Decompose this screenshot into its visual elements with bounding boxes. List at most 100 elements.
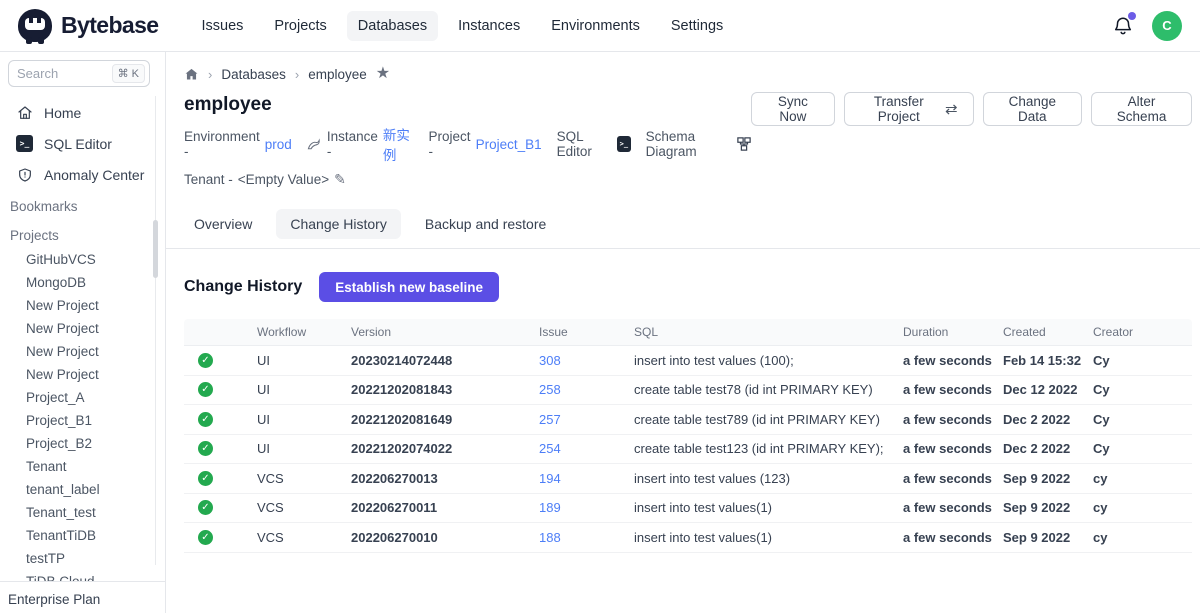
sidebar-project-item[interactable]: Project_A <box>8 386 165 409</box>
instance-link[interactable]: 新实例 <box>383 124 414 164</box>
sql-cell: insert into test values (100); <box>634 353 903 368</box>
nav-item[interactable]: Projects <box>263 11 337 41</box>
tenant-label: Tenant - <box>184 172 233 187</box>
transfer-project-button[interactable]: Transfer Project ⇄ <box>844 92 974 126</box>
project-link[interactable]: Project_B1 <box>476 137 542 152</box>
issue-link[interactable]: 188 <box>539 530 634 545</box>
table-row[interactable]: ✓ VCS 202206270013 194 insert into test … <box>184 464 1192 494</box>
creator-cell: Cy <box>1093 441 1192 456</box>
sidebar-project-item[interactable]: TenantTiDB <box>8 524 165 547</box>
shield-icon <box>16 166 33 183</box>
sidebar-project-item[interactable]: New Project <box>8 363 165 386</box>
created-cell: Sep 9 2022 <box>1003 530 1093 545</box>
sidebar-item-anomaly-center[interactable]: Anomaly Center <box>8 159 165 190</box>
nav-item[interactable]: Databases <box>347 11 438 41</box>
nav-item[interactable]: Instances <box>447 11 531 41</box>
home-icon <box>16 104 33 121</box>
status-done-icon: ✓ <box>198 530 213 545</box>
nav-item[interactable]: Settings <box>660 11 734 41</box>
duration-cell: a few seconds <box>903 500 1003 515</box>
table-row[interactable]: ✓ UI 20221202074022 254 create table tes… <box>184 435 1192 465</box>
edit-tenant-icon[interactable]: ✎ <box>334 171 346 188</box>
tab[interactable]: Backup and restore <box>411 209 560 239</box>
breadcrumb-databases[interactable]: Databases <box>221 67 286 82</box>
sidebar-project-item[interactable]: tenant_label <box>8 478 165 501</box>
establish-baseline-button[interactable]: Establish new baseline <box>319 272 499 302</box>
version-cell: 20221202074022 <box>351 441 539 456</box>
sql-cell: insert into test values(1) <box>634 500 903 515</box>
status-done-icon: ✓ <box>198 353 213 368</box>
sidebar-project-item[interactable]: GitHubVCS <box>8 248 165 271</box>
search-box[interactable]: ⌘ K <box>8 60 150 87</box>
schema-diagram-link[interactable]: Schema Diagram <box>646 129 751 159</box>
main-nav: Issues Projects Databases Instances Envi… <box>190 11 743 41</box>
table-row[interactable]: ✓ UI 20221202081843 258 create table tes… <box>184 376 1192 406</box>
issue-link[interactable]: 189 <box>539 500 634 515</box>
sidebar-project-item[interactable]: New Project <box>8 294 165 317</box>
section-title: Change History <box>184 278 302 296</box>
sidebar-project-item[interactable]: Tenant_test <box>8 501 165 524</box>
alter-schema-button[interactable]: Alter Schema <box>1091 92 1192 126</box>
workflow-cell: VCS <box>257 471 351 486</box>
tab[interactable]: Change History <box>276 209 401 239</box>
issue-link[interactable]: 257 <box>539 412 634 427</box>
favorite-star-icon[interactable]: ★ <box>376 66 390 82</box>
breadcrumb-employee[interactable]: employee <box>308 67 367 82</box>
nav-item[interactable]: Environments <box>540 11 651 41</box>
notifications-button[interactable] <box>1112 15 1134 37</box>
sidebar-section-projects[interactable]: Projects <box>8 219 165 248</box>
duration-cell: a few seconds <box>903 441 1003 456</box>
duration-cell: a few seconds <box>903 382 1003 397</box>
table-row[interactable]: ✓ UI 20230214072448 308 insert into test… <box>184 346 1192 376</box>
created-cell: Feb 14 15:32 <box>1003 353 1093 368</box>
schema-diagram-icon <box>737 137 751 151</box>
sql-cell: insert into test values (123) <box>634 471 903 486</box>
sidebar-item-sql-editor[interactable]: >_ SQL Editor <box>8 128 165 159</box>
user-avatar[interactable]: C <box>1152 11 1182 41</box>
brand-logo[interactable]: Bytebase <box>18 9 158 42</box>
sql-cell: create table test78 (id int PRIMARY KEY) <box>634 382 903 397</box>
sidebar-project-item[interactable]: testTP <box>8 547 165 570</box>
table-row[interactable]: ✓ UI 20221202081649 257 create table tes… <box>184 405 1192 435</box>
issue-link[interactable]: 254 <box>539 441 634 456</box>
sidebar-project-item[interactable]: Project_B1 <box>8 409 165 432</box>
change-data-button[interactable]: Change Data <box>983 92 1083 126</box>
sidebar-item-home[interactable]: Home <box>8 97 165 128</box>
creator-cell: cy <box>1093 530 1192 545</box>
search-input[interactable] <box>17 66 105 81</box>
creator-cell: cy <box>1093 500 1192 515</box>
sidebar-project-item[interactable]: New Project <box>8 317 165 340</box>
table-header-cell: Created <box>1003 325 1093 339</box>
issue-link[interactable]: 194 <box>539 471 634 486</box>
sidebar-item-label: Home <box>44 105 81 121</box>
sidebar-project-item[interactable]: Tenant <box>8 455 165 478</box>
sidebar-scrollbar-thumb[interactable] <box>153 220 158 278</box>
sidebar-section-bookmarks[interactable]: Bookmarks <box>8 190 165 219</box>
sidebar-project-item[interactable]: MongoDB <box>8 271 165 294</box>
environment-link[interactable]: prod <box>265 137 292 152</box>
version-cell: 20230214072448 <box>351 353 539 368</box>
workflow-cell: UI <box>257 382 351 397</box>
table-row[interactable]: ✓ VCS 202206270011 189 insert into test … <box>184 494 1192 524</box>
environment-label: Environment - <box>184 129 260 159</box>
sidebar-project-item[interactable]: Project_B2 <box>8 432 165 455</box>
table-header-cell: Workflow <box>257 325 351 339</box>
database-meta-row-2: Tenant - <Empty Value> ✎ <box>184 171 751 188</box>
sql-cell: create table test789 (id int PRIMARY KEY… <box>634 412 903 427</box>
table-row[interactable]: ✓ VCS 202206270010 188 insert into test … <box>184 523 1192 553</box>
table-header-cell: Issue <box>539 325 634 339</box>
tenant-value: <Empty Value> <box>238 172 329 187</box>
tab[interactable]: Overview <box>180 209 266 239</box>
breadcrumb-home-icon[interactable] <box>184 67 199 82</box>
sql-editor-link[interactable]: SQL Editor >_ <box>557 129 631 159</box>
sidebar-project-item[interactable]: New Project <box>8 340 165 363</box>
table-header-cell: Version <box>351 325 539 339</box>
issue-link[interactable]: 258 <box>539 382 634 397</box>
sync-now-button[interactable]: Sync Now <box>751 92 835 126</box>
nav-item[interactable]: Issues <box>190 11 254 41</box>
version-cell: 202206270010 <box>351 530 539 545</box>
status-done-icon: ✓ <box>198 471 213 486</box>
issue-link[interactable]: 308 <box>539 353 634 368</box>
search-shortcut-badge: ⌘ K <box>112 64 145 83</box>
sidebar-item-label: SQL Editor <box>44 136 112 152</box>
